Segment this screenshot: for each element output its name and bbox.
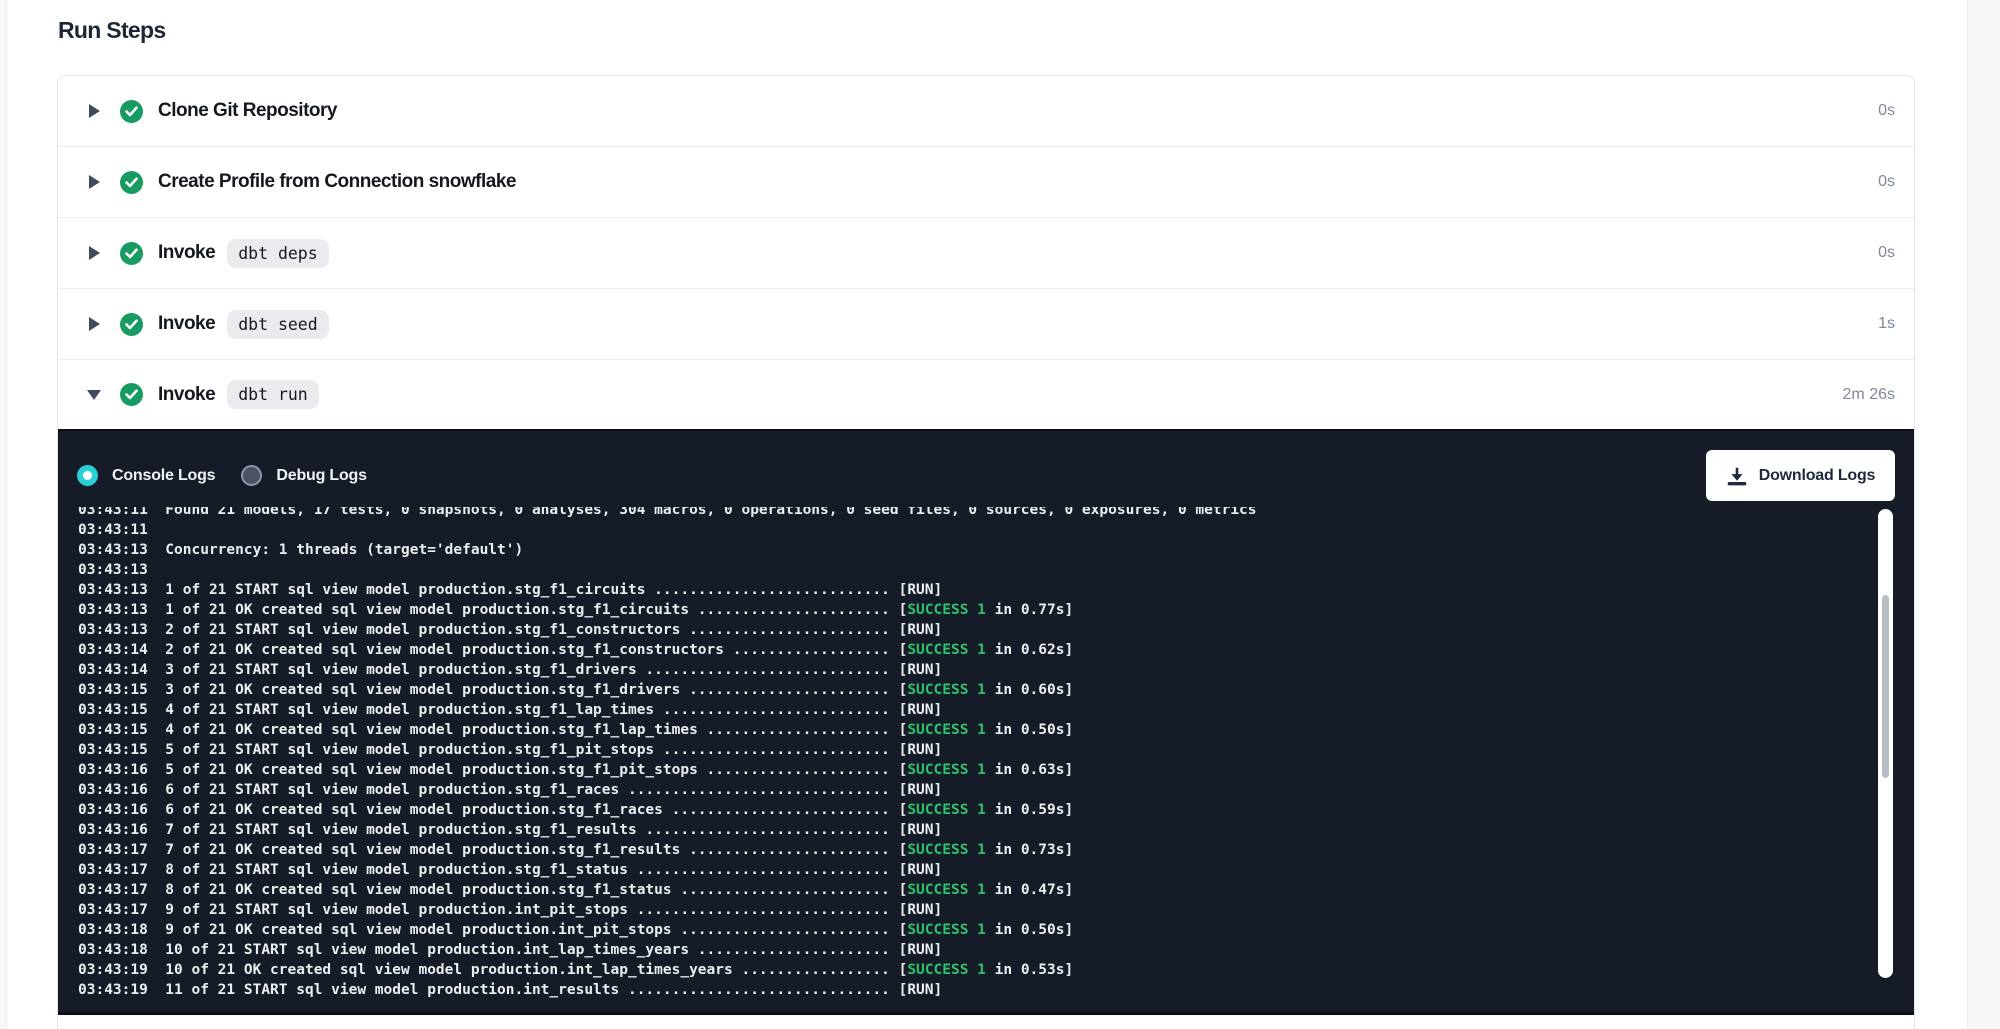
status-success-check-icon xyxy=(120,242,143,265)
steps-list: Clone Git Repository0sCreate Profile fro… xyxy=(58,76,1914,429)
download-icon xyxy=(1726,465,1748,487)
log-line: 03:43:13 xyxy=(78,560,1257,580)
radio-label: Debug Logs xyxy=(276,467,366,485)
log-line: 03:43:15 5 of 21 START sql view model pr… xyxy=(78,740,1257,760)
page-title: Run Steps xyxy=(58,17,165,44)
log-line: 03:43:13 1 of 21 START sql view model pr… xyxy=(78,580,1257,600)
log-line: 03:43:17 7 of 21 OK created sql view mod… xyxy=(78,840,1257,860)
log-type-radio-console-logs[interactable]: Console Logs xyxy=(77,465,215,486)
step-row[interactable]: Clone Git Repository 0s xyxy=(58,76,1914,147)
log-scrollbar-thumb[interactable] xyxy=(1882,595,1889,778)
download-logs-button[interactable]: Download Logs xyxy=(1706,450,1895,501)
step-row[interactable]: Invoke dbt run 2m 26s xyxy=(58,360,1914,429)
log-type-radio-group: Console Logs Debug Logs xyxy=(77,465,367,486)
log-line: 03:43:18 9 of 21 OK created sql view mod… xyxy=(78,920,1257,940)
step-row[interactable]: Invoke dbt seed 1s xyxy=(58,289,1914,360)
log-lines: 03:43:11 Found 21 models, 17 tests, 0 sn… xyxy=(78,507,1257,1000)
log-line: 03:43:13 2 of 21 START sql view model pr… xyxy=(78,620,1257,640)
step-command-chip: dbt seed xyxy=(227,310,328,339)
status-success-check-icon xyxy=(120,313,143,336)
run-detail-pane: Run Steps Clone Git Repository0sCreate P… xyxy=(6,0,1968,1029)
log-line: 03:43:17 9 of 21 START sql view model pr… xyxy=(78,900,1257,920)
log-line: 03:43:17 8 of 21 START sql view model pr… xyxy=(78,860,1257,880)
log-scrollbar-track[interactable] xyxy=(1878,509,1893,978)
status-success-check-icon xyxy=(120,100,143,123)
step-duration: 0s xyxy=(1878,244,1895,262)
expand-caret-icon[interactable] xyxy=(86,317,102,331)
download-button-label: Download Logs xyxy=(1759,467,1876,485)
log-viewport[interactable]: 03:43:11 Found 21 models, 17 tests, 0 sn… xyxy=(58,507,1914,1002)
log-line: 03:43:16 5 of 21 OK created sql view mod… xyxy=(78,760,1257,780)
log-line: 03:43:16 6 of 21 START sql view model pr… xyxy=(78,780,1257,800)
step-label: Clone Git Repository xyxy=(158,100,337,122)
step-duration: 1s xyxy=(1878,315,1895,333)
log-line: 03:43:17 8 of 21 OK created sql view mod… xyxy=(78,880,1257,900)
step-label: Create Profile from Connection snowflake xyxy=(158,171,516,193)
console-toolbar: Console Logs Debug Logs Download Logs xyxy=(58,431,1914,503)
step-row[interactable]: Invoke dbt deps 0s xyxy=(58,218,1914,289)
log-line: 03:43:13 1 of 21 OK created sql view mod… xyxy=(78,600,1257,620)
expand-caret-icon[interactable] xyxy=(86,104,102,118)
status-success-check-icon xyxy=(120,171,143,194)
step-label: Invoke xyxy=(158,384,215,406)
radio-unselected-icon[interactable] xyxy=(241,465,262,486)
collapse-caret-icon[interactable] xyxy=(86,390,102,400)
expand-caret-icon[interactable] xyxy=(86,175,102,189)
status-success-check-icon xyxy=(120,383,143,406)
radio-selected-icon[interactable] xyxy=(77,465,98,486)
log-line: 03:43:15 4 of 21 OK created sql view mod… xyxy=(78,720,1257,740)
log-line: 03:43:11 xyxy=(78,520,1257,540)
log-line: 03:43:15 3 of 21 OK created sql view mod… xyxy=(78,680,1257,700)
console-log-panel: Console Logs Debug Logs Download Logs 03:… xyxy=(58,429,1914,1015)
expand-caret-icon[interactable] xyxy=(86,246,102,260)
step-command-chip: dbt deps xyxy=(227,239,328,268)
log-line: 03:43:13 Concurrency: 1 threads (target=… xyxy=(78,540,1257,560)
log-line: 03:43:19 10 of 21 OK created sql view mo… xyxy=(78,960,1257,980)
step-duration: 2m 26s xyxy=(1843,386,1895,404)
step-label: Invoke xyxy=(158,242,215,264)
log-line: 03:43:15 4 of 21 START sql view model pr… xyxy=(78,700,1257,720)
radio-label: Console Logs xyxy=(112,467,215,485)
log-line: 03:43:19 11 of 21 START sql view model p… xyxy=(78,980,1257,1000)
step-duration: 0s xyxy=(1878,102,1895,120)
log-line: 03:43:14 3 of 21 START sql view model pr… xyxy=(78,660,1257,680)
log-line: 03:43:16 6 of 21 OK created sql view mod… xyxy=(78,800,1257,820)
step-row[interactable]: Create Profile from Connection snowflake… xyxy=(58,147,1914,218)
step-command-chip: dbt run xyxy=(227,380,319,409)
step-label: Invoke xyxy=(158,313,215,335)
log-type-radio-debug-logs[interactable]: Debug Logs xyxy=(241,465,366,486)
log-line: 03:43:14 2 of 21 OK created sql view mod… xyxy=(78,640,1257,660)
log-line: 03:43:18 10 of 21 START sql view model p… xyxy=(78,940,1257,960)
run-steps-card: Clone Git Repository0sCreate Profile fro… xyxy=(57,75,1915,1029)
log-line: 03:43:16 7 of 21 START sql view model pr… xyxy=(78,820,1257,840)
step-duration: 0s xyxy=(1878,173,1895,191)
log-line: 03:43:11 Found 21 models, 17 tests, 0 sn… xyxy=(78,507,1257,520)
